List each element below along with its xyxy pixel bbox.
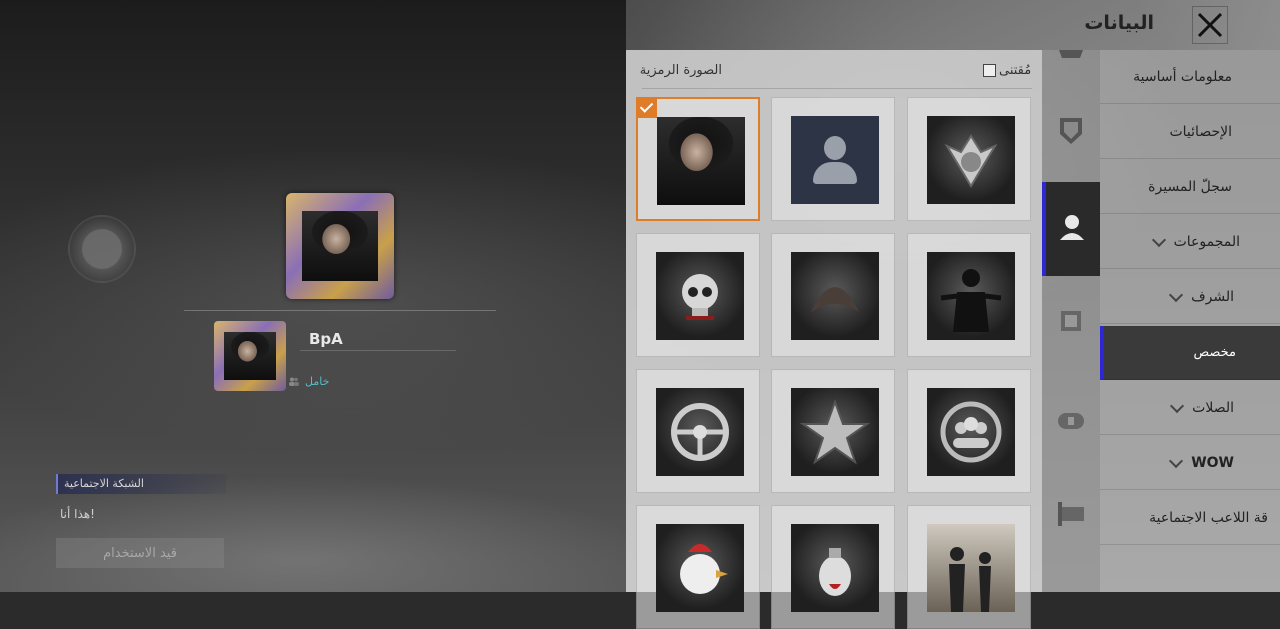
winged-emblem-avatar bbox=[927, 116, 1015, 204]
name-underline bbox=[300, 350, 456, 351]
player-photo-avatar bbox=[657, 117, 745, 205]
steering-wheel-avatar bbox=[656, 388, 744, 476]
menu-honor[interactable]: الشرف bbox=[1100, 270, 1280, 324]
avatar-tile-rooster[interactable] bbox=[636, 505, 760, 629]
player-status: خامل bbox=[288, 375, 329, 388]
panel-divider bbox=[642, 88, 1032, 89]
menu-label: سجلّ المسيرة bbox=[1148, 178, 1232, 195]
nameplate-icon[interactable] bbox=[1056, 406, 1086, 436]
skull-avatar bbox=[656, 252, 744, 340]
this-is-me-label: هذا أنا! bbox=[60, 507, 95, 521]
menu-label: الصلات bbox=[1192, 399, 1234, 416]
owned-label: مُقتنى bbox=[999, 63, 1032, 78]
menu-label: الإحصائيات bbox=[1169, 123, 1232, 140]
chevron-down-icon bbox=[1169, 453, 1184, 468]
avatar-panel-title: الصورة الرمزية bbox=[639, 63, 722, 78]
top-bar bbox=[626, 0, 1280, 50]
duo-silhouette-avatar bbox=[927, 524, 1015, 612]
selected-check-icon bbox=[637, 98, 657, 118]
status-text: خامل bbox=[305, 375, 330, 388]
chevron-down-icon bbox=[1169, 287, 1184, 302]
avatar-tile-player-photo[interactable] bbox=[636, 97, 760, 221]
virtual-joystick[interactable] bbox=[68, 215, 136, 283]
shield-icon[interactable] bbox=[1056, 116, 1086, 146]
menu-collections[interactable]: المجموعات bbox=[1100, 215, 1280, 269]
avatar-tile-winged-emblem[interactable] bbox=[907, 97, 1031, 221]
menu-custom[interactable]: مخصص bbox=[1100, 326, 1280, 380]
menu-label: معلومات أساسية bbox=[1133, 68, 1232, 85]
divider bbox=[184, 310, 496, 311]
avatar-tile-default[interactable] bbox=[771, 97, 895, 221]
chevron-down-icon bbox=[1170, 398, 1185, 413]
close-icon bbox=[1197, 12, 1223, 38]
frame-icon[interactable] bbox=[1056, 306, 1086, 336]
player-name: BpA bbox=[309, 330, 343, 348]
emblem-top-icon[interactable] bbox=[1056, 44, 1086, 74]
owned-filter[interactable]: مُقتنى bbox=[983, 63, 1031, 78]
profile-avatar-large[interactable] bbox=[286, 193, 394, 299]
gunslinger-avatar bbox=[927, 252, 1015, 340]
avatar-tile-squad[interactable] bbox=[907, 369, 1031, 493]
menu-social-card[interactable]: قة اللاعب الاجتماعية bbox=[1100, 491, 1280, 545]
avatar-tile-duo[interactable] bbox=[907, 505, 1031, 629]
menu-label: قة اللاعب الاجتماعية bbox=[1149, 509, 1268, 526]
squad-emblem-avatar bbox=[927, 388, 1015, 476]
avatar-category-tab[interactable] bbox=[1042, 182, 1100, 276]
avatar-tile-grenade[interactable] bbox=[771, 505, 895, 629]
menu-basic-info[interactable]: معلومات أساسية bbox=[1100, 50, 1280, 104]
rooster-avatar bbox=[656, 524, 744, 612]
avatar-tile-steering-wheel[interactable] bbox=[636, 369, 760, 493]
dragon-emblem-avatar bbox=[791, 252, 879, 340]
menu-connections[interactable]: الصلات bbox=[1100, 381, 1280, 435]
friends-icon bbox=[289, 377, 299, 386]
player-portrait bbox=[302, 211, 378, 281]
avatar-tile-skull[interactable] bbox=[636, 233, 760, 357]
menu-label: WOW bbox=[1191, 454, 1234, 471]
chevron-down-icon bbox=[1151, 232, 1166, 247]
player-portrait-small bbox=[224, 332, 276, 380]
close-button[interactable] bbox=[1192, 6, 1228, 44]
page-title: البيانات bbox=[1084, 12, 1154, 34]
avatar-icon bbox=[1060, 215, 1084, 240]
menu-label: الشرف bbox=[1191, 288, 1234, 305]
menu-label: مخصص bbox=[1193, 345, 1236, 360]
avatar-tile-dragon[interactable] bbox=[771, 233, 895, 357]
default-silhouette-avatar bbox=[791, 116, 879, 204]
grenade-avatar bbox=[791, 524, 879, 612]
menu-career-log[interactable]: سجلّ المسيرة bbox=[1100, 160, 1280, 214]
menu-label: المجموعات bbox=[1173, 233, 1240, 250]
in-use-button[interactable]: قيد الاستخدام bbox=[56, 538, 224, 568]
menu-statistics[interactable]: الإحصائيات bbox=[1100, 105, 1280, 159]
owned-checkbox[interactable] bbox=[983, 64, 996, 77]
menu-wow[interactable]: WOW bbox=[1100, 436, 1280, 490]
name-card-icon[interactable] bbox=[1056, 498, 1086, 528]
category-icon-column bbox=[1042, 50, 1100, 592]
profile-menu: معلومات أساسية الإحصائيات سجلّ المسيرة ا… bbox=[1100, 50, 1280, 592]
avatar-tile-gunslinger[interactable] bbox=[907, 233, 1031, 357]
star-medal-avatar bbox=[791, 388, 879, 476]
avatar-tile-star-medal[interactable] bbox=[771, 369, 895, 493]
social-network-tab[interactable]: الشبكة الاجتماعية bbox=[56, 474, 226, 494]
profile-avatar-small bbox=[214, 321, 286, 391]
avatar-panel: الصورة الرمزية مُقتنى bbox=[626, 50, 1042, 629]
